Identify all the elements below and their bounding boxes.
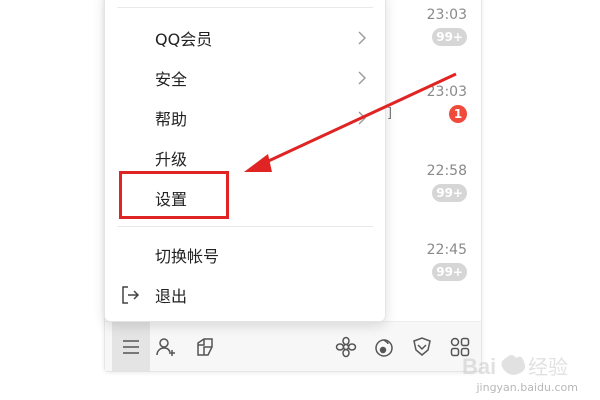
main-dropdown-menu: QQ会员 安全 帮助 升级 设置 切换帐号 退出 — [104, 0, 386, 322]
svg-text:Bai: Bai — [462, 354, 496, 379]
main-menu-button[interactable] — [112, 322, 150, 372]
flower-button[interactable] — [329, 330, 363, 364]
unread-badge: 99+ — [432, 28, 467, 46]
menu-divider — [117, 226, 373, 227]
screenshot-stage: 23:03 99+ 23:03 1 ] 22:58 99+ 22:45 99+ — [0, 0, 600, 400]
unread-badge: 1 — [449, 105, 467, 123]
watermark-url: jingyan.baidu.com — [476, 381, 578, 394]
chat-time: 23:03 — [426, 84, 467, 100]
menu-item-label: 设置 — [155, 190, 188, 209]
menu-item-switch-account[interactable]: 切换帐号 — [105, 235, 385, 275]
music-icon — [375, 339, 393, 357]
menu-divider — [117, 7, 373, 8]
add-contact-icon — [156, 338, 175, 356]
menu-item-label: 退出 — [155, 287, 188, 306]
chat-time: 22:58 — [426, 163, 467, 179]
chat-list-item[interactable]: 23:03 99+ — [387, 6, 467, 46]
menu-item-qq-vip[interactable]: QQ会员 — [105, 18, 385, 58]
app-manager-icon — [197, 338, 213, 356]
music-button[interactable] — [367, 330, 401, 364]
svg-text:经验: 经验 — [528, 355, 568, 379]
security-button[interactable] — [405, 330, 439, 364]
menu-item-label: 安全 — [155, 70, 188, 89]
chevron-right-icon — [358, 111, 366, 125]
logout-icon — [122, 286, 140, 304]
chat-time: 23:03 — [426, 7, 467, 23]
menu-item-security[interactable]: 安全 — [105, 58, 385, 98]
chevron-right-icon — [358, 71, 366, 85]
menu-item-upgrade[interactable]: 升级 — [105, 138, 385, 178]
app-manager-button[interactable] — [189, 330, 223, 364]
chat-list-item[interactable]: 22:45 99+ — [387, 241, 467, 281]
chat-time: 22:45 — [426, 242, 467, 258]
menu-item-settings[interactable]: 设置 — [105, 178, 385, 218]
unread-badge: 99+ — [432, 263, 467, 281]
flower-icon — [335, 336, 357, 358]
menu-item-logout[interactable]: 退出 — [105, 275, 385, 315]
shield-icon — [413, 337, 431, 356]
chevron-right-icon — [358, 31, 366, 45]
chat-list-item[interactable]: 22:58 99+ — [387, 162, 467, 202]
unread-badge: 99+ — [432, 184, 467, 202]
menu-item-help[interactable]: 帮助 — [105, 98, 385, 138]
menu-item-label: 帮助 — [155, 110, 188, 129]
chat-preview-fragment: ] — [387, 106, 393, 121]
bottom-toolbar — [105, 321, 481, 372]
menu-item-label: 切换帐号 — [155, 247, 220, 266]
add-contact-button[interactable] — [149, 330, 183, 364]
menu-icon — [123, 340, 139, 354]
menu-item-label: 升级 — [155, 150, 188, 169]
menu-item-label: QQ会员 — [155, 30, 213, 49]
chat-list-item[interactable]: 23:03 1 — [387, 83, 467, 123]
